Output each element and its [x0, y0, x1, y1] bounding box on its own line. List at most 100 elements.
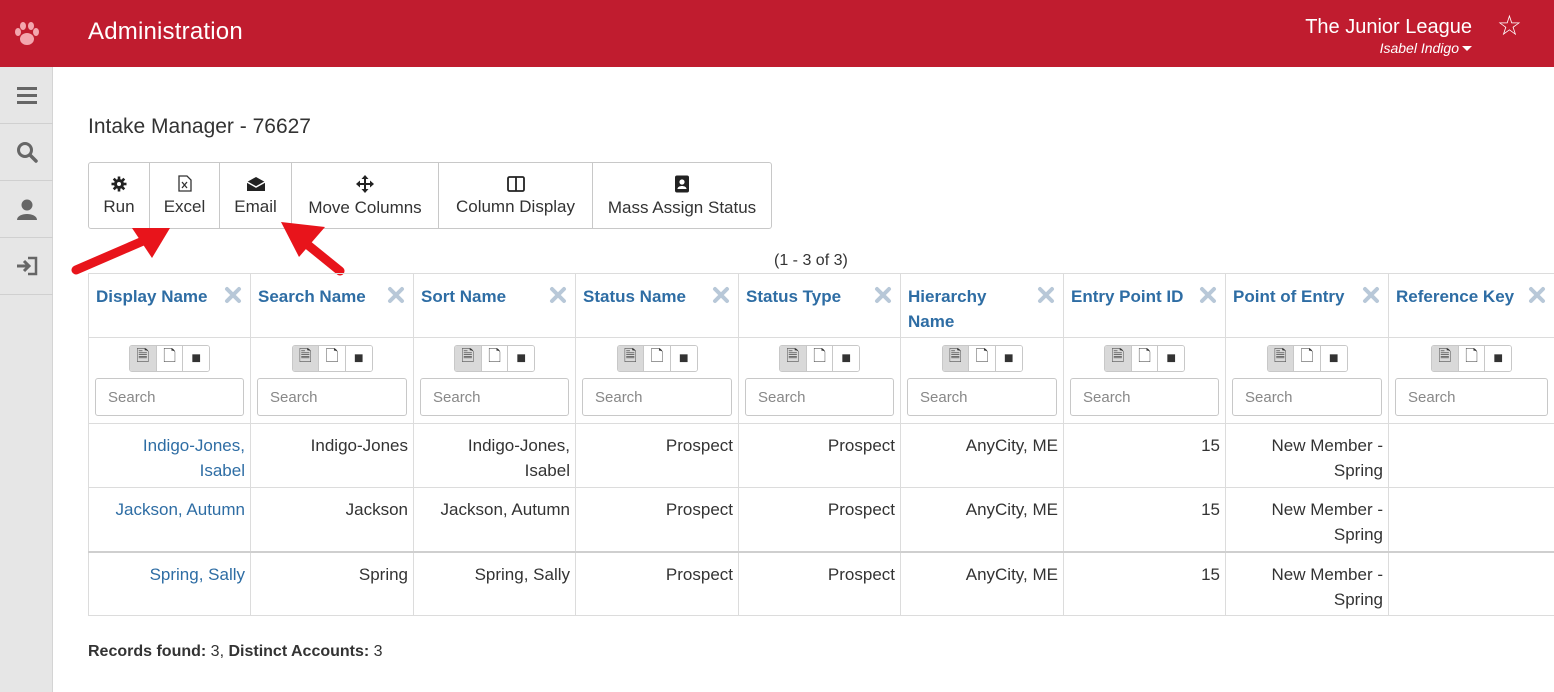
- user-menu[interactable]: Isabel Indigo: [1305, 40, 1472, 56]
- menu-icon: [16, 87, 37, 104]
- doc-text-icon[interactable]: 🗎: [1267, 346, 1295, 371]
- filter-cell: 🗎 🗋 ■: [1388, 337, 1554, 424]
- status-type-cell: Prospect: [738, 487, 901, 552]
- column-header[interactable]: Sort Name: [413, 273, 576, 338]
- column-search-input[interactable]: [745, 378, 894, 416]
- app-title: Administration: [88, 18, 243, 45]
- status-name-cell: Prospect: [575, 487, 739, 552]
- sign-in-button[interactable]: [0, 238, 53, 295]
- doc-empty-icon[interactable]: 🗋: [806, 346, 834, 371]
- column-search-input[interactable]: [582, 378, 732, 416]
- doc-text-icon[interactable]: 🗎: [130, 346, 157, 371]
- filter-mode-group: 🗎 🗋 ■: [779, 345, 860, 372]
- point-of-entry-cell: New Member - Spring: [1225, 550, 1389, 616]
- column-search-input[interactable]: [420, 378, 569, 416]
- status-name-cell: Prospect: [575, 423, 739, 488]
- reference-key-cell: [1388, 487, 1554, 552]
- logo[interactable]: [0, 0, 53, 67]
- star-icon[interactable]: ☆: [1497, 12, 1522, 40]
- column-header[interactable]: Search Name: [250, 273, 414, 338]
- doc-empty-icon[interactable]: 🗋: [1294, 346, 1321, 371]
- account-block: The Junior League Isabel Indigo: [1305, 14, 1472, 56]
- results-table: Display Name Search Name Sort Name Statu…: [88, 273, 1554, 616]
- display-name-cell: Jackson, Autumn: [88, 487, 251, 552]
- table-row: Indigo-Jones, Isabel Indigo-Jones Indigo…: [88, 423, 1554, 488]
- doc-empty-icon[interactable]: 🗋: [1131, 346, 1159, 371]
- doc-solid-icon[interactable]: ■: [1158, 346, 1184, 371]
- filter-cell: 🗎 🗋 ■: [250, 337, 414, 424]
- column-header[interactable]: Hierarchy Name: [900, 273, 1064, 338]
- status-name-cell: Prospect: [575, 550, 739, 616]
- mass-assign-status-button[interactable]: Mass Assign Status: [593, 163, 771, 228]
- remove-column-icon[interactable]: [387, 286, 405, 309]
- doc-solid-icon[interactable]: ■: [833, 346, 859, 371]
- filter-mode-group: 🗎 🗋 ■: [1104, 345, 1185, 372]
- menu-button[interactable]: [0, 67, 53, 124]
- doc-text-icon[interactable]: 🗎: [1432, 346, 1459, 371]
- point-of-entry-cell: New Member - Spring: [1225, 423, 1389, 488]
- remove-column-icon[interactable]: [1199, 286, 1217, 309]
- doc-text-icon[interactable]: 🗎: [942, 346, 970, 371]
- move-columns-button[interactable]: Move Columns: [292, 163, 439, 228]
- search-button[interactable]: [0, 124, 53, 181]
- display-name-link[interactable]: Indigo-Jones, Isabel: [143, 436, 245, 480]
- column-header[interactable]: Status Name: [575, 273, 739, 338]
- column-search-input[interactable]: [1395, 378, 1548, 416]
- column-search-input[interactable]: [95, 378, 244, 416]
- remove-column-icon[interactable]: [1362, 286, 1380, 309]
- doc-solid-icon[interactable]: ■: [1485, 346, 1511, 371]
- remove-column-icon[interactable]: [1037, 286, 1055, 309]
- doc-empty-icon[interactable]: 🗋: [1458, 346, 1486, 371]
- column-header[interactable]: Status Type: [738, 273, 901, 338]
- column-header[interactable]: Display Name: [88, 273, 251, 338]
- doc-empty-icon[interactable]: 🗋: [319, 346, 346, 371]
- table-row: Jackson, Autumn Jackson Jackson, Autumn …: [88, 487, 1554, 552]
- column-search-input[interactable]: [257, 378, 407, 416]
- column-header[interactable]: Reference Key: [1388, 273, 1554, 338]
- records-summary: Records found: 3, Distinct Accounts: 3: [88, 643, 383, 660]
- filter-mode-group: 🗎 🗋 ■: [941, 345, 1023, 372]
- remove-column-icon[interactable]: [1528, 286, 1546, 309]
- column-display-button[interactable]: Column Display: [439, 163, 593, 228]
- address-book-icon: [675, 175, 689, 192]
- display-name-link[interactable]: Jackson, Autumn: [116, 500, 245, 519]
- columns-icon: [506, 175, 525, 192]
- doc-solid-icon[interactable]: ■: [345, 346, 372, 371]
- column-header[interactable]: Point of Entry: [1225, 273, 1389, 338]
- report-toolbar: Run Excel Email Move Columns Column Disp…: [88, 162, 772, 229]
- move-arrows-icon: [356, 174, 374, 193]
- column-header[interactable]: Entry Point ID: [1063, 273, 1226, 338]
- sort-name-cell: Spring, Sally: [413, 550, 576, 616]
- remove-column-icon[interactable]: [712, 286, 730, 309]
- email-label: Email: [234, 196, 277, 216]
- doc-solid-icon[interactable]: ■: [508, 346, 534, 371]
- column-search-input[interactable]: [907, 378, 1057, 416]
- doc-text-icon[interactable]: 🗎: [1105, 346, 1132, 371]
- profile-button[interactable]: [0, 181, 53, 238]
- remove-column-icon[interactable]: [549, 286, 567, 309]
- run-button[interactable]: Run: [89, 163, 150, 228]
- doc-empty-icon[interactable]: 🗋: [644, 346, 671, 371]
- column-search-input[interactable]: [1070, 378, 1219, 416]
- column-search-input[interactable]: [1232, 378, 1382, 416]
- filter-cell: 🗎 🗋 ■: [575, 337, 739, 424]
- doc-text-icon[interactable]: 🗎: [780, 346, 807, 371]
- remove-column-icon[interactable]: [224, 286, 242, 309]
- doc-text-icon[interactable]: 🗎: [617, 346, 645, 371]
- excel-button[interactable]: Excel: [150, 163, 220, 228]
- doc-solid-icon[interactable]: ■: [1320, 346, 1347, 371]
- email-button[interactable]: Email: [220, 163, 292, 228]
- display-name-link[interactable]: Spring, Sally: [150, 565, 245, 584]
- doc-text-icon[interactable]: 🗎: [455, 346, 482, 371]
- doc-solid-icon[interactable]: ■: [183, 346, 209, 371]
- remove-column-icon[interactable]: [874, 286, 892, 309]
- doc-empty-icon[interactable]: 🗋: [156, 346, 184, 371]
- filter-mode-group: 🗎 🗋 ■: [616, 345, 698, 372]
- doc-text-icon[interactable]: 🗎: [292, 346, 320, 371]
- doc-solid-icon[interactable]: ■: [995, 346, 1022, 371]
- doc-empty-icon[interactable]: 🗋: [969, 346, 996, 371]
- doc-solid-icon[interactable]: ■: [670, 346, 697, 371]
- gear-icon: [111, 176, 127, 191]
- header-row: Display Name Search Name Sort Name Statu…: [88, 273, 1554, 338]
- doc-empty-icon[interactable]: 🗋: [481, 346, 509, 371]
